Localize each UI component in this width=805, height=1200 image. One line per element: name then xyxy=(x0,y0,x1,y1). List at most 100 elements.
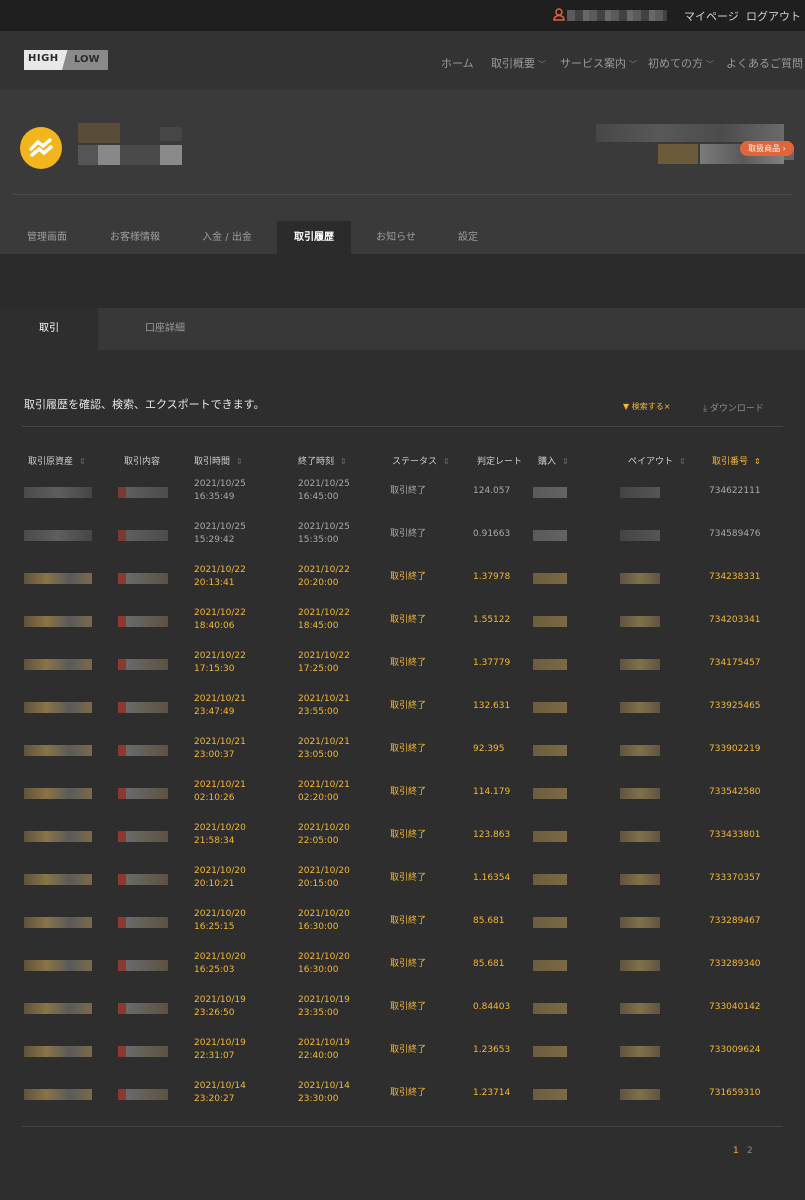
col-status-label: ステータス xyxy=(392,457,438,467)
trade-date: 2021/10/21 xyxy=(194,694,246,704)
table-row[interactable]: 2021/10/21 23:47:49 2021/10/21 23:55:00 取引… xyxy=(0,689,805,732)
subtab-account-details[interactable]: 口座詳細 xyxy=(116,308,214,350)
avatar xyxy=(20,127,62,169)
table-row[interactable]: 2021/10/22 17:15:30 2021/10/22 17:25:00 取引… xyxy=(0,646,805,689)
trade-id: 733433801 xyxy=(709,830,761,840)
highlow-logo[interactable]: HIGH LOW xyxy=(24,50,108,70)
page-1-link[interactable]: 1 xyxy=(733,1146,739,1156)
col-trade-id[interactable]: 取引番号 ⇕ xyxy=(712,454,761,467)
balance-redacted xyxy=(658,144,698,164)
trade-id: 733009624 xyxy=(709,1045,761,1055)
nav-home[interactable]: ホーム xyxy=(441,55,474,71)
search-button[interactable]: ▼ 検索する× xyxy=(623,401,670,412)
purchase-redacted xyxy=(533,917,567,928)
table-row[interactable]: 2021/10/19 22:31:07 2021/10/19 22:40:00 取引… xyxy=(0,1033,805,1076)
table-row[interactable]: 2021/10/25 15:29:42 2021/10/25 15:35:00 取引… xyxy=(0,517,805,560)
nav-trading-overview[interactable]: 取引概要 ﹀ xyxy=(491,55,546,71)
page-2-link[interactable]: 2 xyxy=(747,1146,753,1156)
sort-icon: ⇕ xyxy=(340,457,347,466)
col-trade-time-label: 取引時間 xyxy=(194,457,231,467)
end-clock: 18:45:00 xyxy=(298,621,339,631)
status: 取引終了 xyxy=(390,529,427,539)
logout-link[interactable]: ログアウト xyxy=(746,8,801,24)
table-row[interactable]: 2021/10/20 21:58:34 2021/10/20 22:05:00 取引… xyxy=(0,818,805,861)
tab-trade-history[interactable]: 取引履歴 xyxy=(277,221,351,254)
trade-time: 2021/10/21 23:00:37 xyxy=(194,736,246,762)
trade-clock: 20:13:41 xyxy=(194,578,235,588)
trade-type-redacted xyxy=(118,745,168,756)
status: 取引終了 xyxy=(390,873,427,883)
table-row[interactable]: 2021/10/20 16:25:15 2021/10/20 16:30:00 取引… xyxy=(0,904,805,947)
end-time: 2021/10/19 23:35:00 xyxy=(298,994,350,1020)
asset-redacted xyxy=(24,573,92,584)
end-clock: 16:30:00 xyxy=(298,922,339,932)
end-time: 2021/10/19 22:40:00 xyxy=(298,1037,350,1063)
trade-time: 2021/10/21 23:47:49 xyxy=(194,693,246,719)
trade-clock: 22:31:07 xyxy=(194,1051,235,1061)
tab-notices[interactable]: お知らせ xyxy=(362,221,430,254)
rate: 124.057 xyxy=(473,486,511,496)
nav-beginners[interactable]: 初めての方 ﹀ xyxy=(648,55,714,71)
tab-settings[interactable]: 設定 xyxy=(445,221,491,254)
products-badge-button[interactable]: 取扱商品 › xyxy=(740,141,794,156)
tab-dashboard[interactable]: 管理画面 xyxy=(14,221,80,254)
trade-time: 2021/10/21 02:10:26 xyxy=(194,779,246,805)
trade-date: 2021/10/20 xyxy=(194,823,246,833)
col-purchase[interactable]: 購入 ⇕ xyxy=(538,454,569,467)
download-button[interactable]: ⤓ ダウンロード xyxy=(703,401,764,414)
table-row[interactable]: 2021/10/14 23:20:27 2021/10/14 23:30:00 取引… xyxy=(0,1076,805,1119)
asset-redacted xyxy=(24,616,92,627)
table-row[interactable]: 2021/10/19 23:26:50 2021/10/19 23:35:00 取引… xyxy=(0,990,805,1033)
table-row[interactable]: 2021/10/20 20:10:21 2021/10/20 20:15:00 取引… xyxy=(0,861,805,904)
filter-icon: ▼ xyxy=(623,402,630,411)
table-row[interactable]: 2021/10/21 02:10:26 2021/10/21 02:20:00 取引… xyxy=(0,775,805,818)
download-label: ダウンロード xyxy=(709,404,764,414)
col-end-time[interactable]: 終了時刻 ⇕ xyxy=(298,454,347,467)
spacer xyxy=(0,254,805,308)
balance-redacted xyxy=(596,124,784,142)
payout-redacted xyxy=(620,616,660,627)
trade-id: 733370357 xyxy=(709,873,761,883)
trade-clock: 16:25:03 xyxy=(194,965,235,975)
trade-id: 733925465 xyxy=(709,701,761,711)
purchase-redacted xyxy=(533,745,567,756)
end-clock: 16:30:00 xyxy=(298,965,339,975)
col-asset[interactable]: 取引原資産 ⇕ xyxy=(28,454,86,467)
trade-type-redacted xyxy=(118,960,168,971)
payout-redacted xyxy=(620,831,660,842)
subtab-trades[interactable]: 取引 xyxy=(0,308,98,350)
trade-type-redacted xyxy=(118,702,168,713)
table-row[interactable]: 2021/10/22 18:40:06 2021/10/22 18:45:00 取引… xyxy=(0,603,805,646)
end-date: 2021/10/20 xyxy=(298,823,350,833)
tab-deposit-withdraw[interactable]: 入金 / 出金 xyxy=(190,221,264,254)
trade-type-redacted xyxy=(118,874,168,885)
name-redacted xyxy=(160,127,182,141)
col-rate: 判定レート xyxy=(477,457,523,467)
table-row[interactable]: 2021/10/22 20:13:41 2021/10/22 20:20:00 取引… xyxy=(0,560,805,603)
asset-redacted xyxy=(24,874,92,885)
tab-customer-info[interactable]: お客様情報 xyxy=(98,221,172,254)
nav-faq[interactable]: よくあるご質問 xyxy=(726,55,803,71)
end-clock: 22:40:00 xyxy=(298,1051,339,1061)
purchase-redacted xyxy=(533,960,567,971)
trade-history-panel: 取引履歴を確認、検索、エクスポートできます。 ▼ 検索する× ⤓ ダウンロード … xyxy=(0,350,805,1200)
status: 取引終了 xyxy=(390,959,427,969)
account-tabs: 管理画面 お客様情報 入金 / 出金 取引履歴 お知らせ 設定 xyxy=(0,221,805,254)
table-row[interactable]: 2021/10/25 16:35:49 2021/10/25 16:45:00 取引… xyxy=(0,474,805,517)
table-row[interactable]: 2021/10/21 23:00:37 2021/10/21 23:05:00 取引… xyxy=(0,732,805,775)
nav-services[interactable]: サービス案内 ﹀ xyxy=(560,55,637,71)
mypage-link[interactable]: マイページ xyxy=(684,8,739,24)
end-clock: 20:20:00 xyxy=(298,578,339,588)
col-trade-time[interactable]: 取引時間 ⇕ xyxy=(194,454,243,467)
trade-type-redacted xyxy=(118,1003,168,1014)
col-status[interactable]: ステータス ⇕ xyxy=(392,454,450,467)
trade-type-redacted xyxy=(118,831,168,842)
col-payout[interactable]: ペイアウト ⇕ xyxy=(628,454,686,467)
col-payout-label: ペイアウト xyxy=(628,457,674,467)
table-row[interactable]: 2021/10/20 16:25:03 2021/10/20 16:30:00 取引… xyxy=(0,947,805,990)
status: 取引終了 xyxy=(390,486,427,496)
purchase-redacted xyxy=(533,831,567,842)
rate: 0.91663 xyxy=(473,529,511,539)
top-bar: マイページ ログアウト xyxy=(0,0,805,31)
trade-date: 2021/10/22 xyxy=(194,651,246,661)
